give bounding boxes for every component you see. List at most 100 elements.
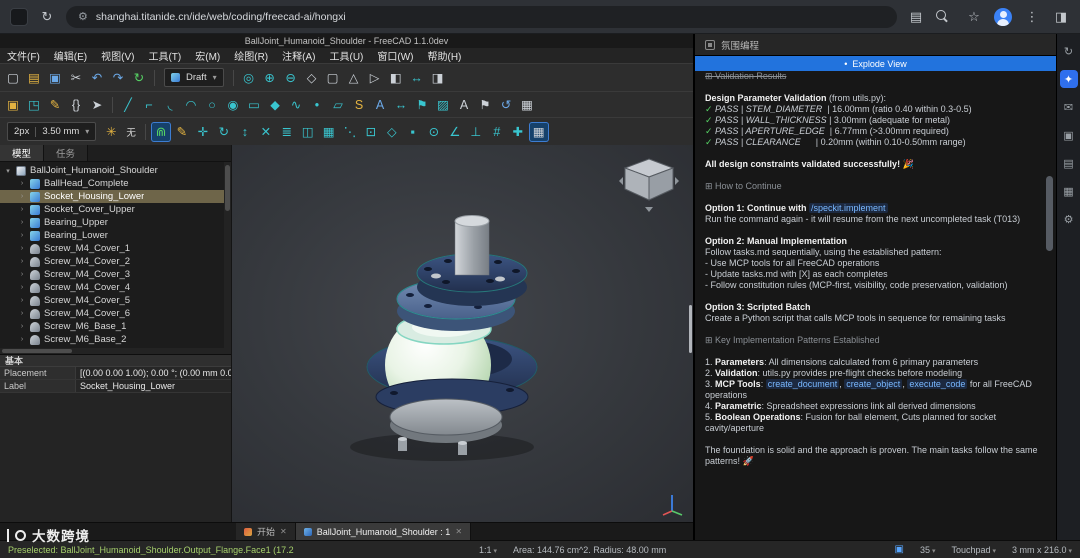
address-bar[interactable]: ⚙ shanghai.titanide.cn/ide/web/coding/fr…	[66, 6, 897, 28]
grid-icon[interactable]: ▦	[517, 95, 537, 115]
tree-item[interactable]: › Socket_Cover_Upper	[0, 203, 231, 216]
menu-item[interactable]: 宏(M)	[188, 48, 227, 63]
measure-icon[interactable]: ↔	[407, 68, 427, 88]
sidebar-toggle-icon[interactable]: ◨	[1052, 8, 1070, 26]
tree-expander-icon[interactable]: ›	[18, 245, 26, 252]
line-style-combo[interactable]: 2px 3.50 mm	[7, 122, 96, 141]
tree-item[interactable]: › Screw_M6_Base_2	[0, 333, 231, 346]
panel-tab[interactable]: 模型	[0, 145, 44, 161]
bspline-icon[interactable]: ∿	[286, 95, 306, 115]
menu-item[interactable]: 绘图(R)	[227, 48, 275, 63]
tree-vertical-scrollbar[interactable]	[224, 162, 231, 348]
snap-midpoint-icon[interactable]: ⊙	[424, 122, 444, 142]
tree-expander-icon[interactable]: ›	[18, 271, 26, 278]
workbench-selector[interactable]: Draft	[164, 68, 224, 87]
tree-item[interactable]: › Screw_M4_Cover_5	[0, 294, 231, 307]
path-array-icon[interactable]: ⋱	[340, 122, 360, 142]
explode-view-banner[interactable]: • Explode View	[695, 56, 1056, 71]
move-icon[interactable]: ✛	[193, 122, 213, 142]
arc-icon[interactable]: ◠	[181, 95, 201, 115]
view-isometric-icon[interactable]: ◇	[302, 68, 322, 88]
trim-icon[interactable]: ✕	[256, 122, 276, 142]
property-value[interactable]: Socket_Housing_Lower	[76, 380, 231, 392]
tree-expander-icon[interactable]: ›	[18, 180, 26, 187]
refresh-icon[interactable]: ↻	[129, 68, 149, 88]
undo-icon[interactable]: ↶	[87, 68, 107, 88]
edit-mode-icon[interactable]: ✎	[45, 95, 65, 115]
zoom-out-icon[interactable]: ⊖	[281, 68, 301, 88]
tree-expander-icon[interactable]: ›	[18, 310, 26, 317]
close-icon[interactable]: ✕	[455, 527, 462, 536]
reload-icon[interactable]: ↻	[38, 8, 56, 26]
menu-item[interactable]: 帮助(H)	[420, 48, 468, 63]
open-file-icon[interactable]: ▤	[24, 68, 44, 88]
label-icon[interactable]: ⚑	[412, 95, 432, 115]
snap-endpoint-icon[interactable]: ▪	[403, 122, 423, 142]
tree-item[interactable]: ▾ BallJoint_Humanoid_Shoulder	[0, 164, 231, 177]
menu-item[interactable]: 工具(U)	[322, 48, 370, 63]
property-group-header[interactable]: 基本	[0, 354, 231, 367]
clone-icon[interactable]: ⊡	[361, 122, 381, 142]
select-tool-icon[interactable]: ➤	[87, 95, 107, 115]
chat-icon[interactable]: ✉	[1060, 98, 1078, 116]
status-control[interactable]: 3 mm x 216.0	[1012, 545, 1072, 555]
fillet-icon[interactable]: ◟	[160, 95, 180, 115]
array-icon[interactable]: ▦	[319, 122, 339, 142]
tree-item[interactable]: › BallHead_Complete	[0, 177, 231, 190]
draw-style-icon[interactable]: ◧	[386, 68, 406, 88]
fit-all-icon[interactable]: ◎	[239, 68, 259, 88]
cut-icon[interactable]: ✂	[66, 68, 86, 88]
avatar[interactable]	[994, 8, 1012, 26]
snap-lock-icon[interactable]: ◇	[382, 122, 402, 142]
search-icon[interactable]	[936, 10, 954, 23]
clip-plane-icon[interactable]: ◨	[428, 68, 448, 88]
menu-item[interactable]: 注释(A)	[275, 48, 322, 63]
autogroup-icon[interactable]: ✳	[101, 122, 121, 142]
snap-grid-icon[interactable]: #	[487, 122, 507, 142]
edit-icon[interactable]: ✎	[172, 122, 192, 142]
bookmark-panel-icon[interactable]: ▤	[907, 8, 925, 26]
code-braces-icon[interactable]: {}	[66, 95, 86, 115]
tree-item[interactable]: › Screw_M6_Base_1	[0, 320, 231, 333]
snap-angle-icon[interactable]: ∠	[445, 122, 465, 142]
menu-item[interactable]: 编辑(E)	[47, 48, 94, 63]
star-icon[interactable]: ☆	[965, 8, 983, 26]
tree-expander-icon[interactable]: ›	[18, 232, 26, 239]
tree-expander-icon[interactable]: ›	[18, 284, 26, 291]
annotation-icon[interactable]: A	[454, 95, 474, 115]
tree-expander-icon[interactable]: ›	[18, 193, 26, 200]
polyline-icon[interactable]: ⌐	[139, 95, 159, 115]
flag-icon[interactable]: ⚑	[475, 95, 495, 115]
nav-style-icon[interactable]: ▣	[895, 544, 904, 555]
3d-viewport[interactable]	[232, 145, 693, 522]
workplane-icon[interactable]: ◳	[24, 95, 44, 115]
tree-expander-icon[interactable]: ›	[18, 206, 26, 213]
facebinder-icon[interactable]: ▱	[328, 95, 348, 115]
line-icon[interactable]: ╱	[118, 95, 138, 115]
more-menu-icon[interactable]: ⋮	[1023, 8, 1041, 26]
lock-icon[interactable]: ⋒	[151, 122, 171, 142]
ai-assistant-icon[interactable]: ✦	[1060, 70, 1078, 88]
tree-expander-icon[interactable]: ›	[18, 219, 26, 226]
draft-tray-icon[interactable]: ▣	[3, 95, 23, 115]
menu-item[interactable]: 文件(F)	[0, 48, 47, 63]
tree-item[interactable]: › Bearing_Lower	[0, 229, 231, 242]
shapestring-icon[interactable]: S	[349, 95, 369, 115]
view-top-icon[interactable]: △	[344, 68, 364, 88]
tree-expander-icon[interactable]: ›	[18, 258, 26, 265]
tree-item[interactable]: › Screw_M4_Cover_2	[0, 255, 231, 268]
tree-item[interactable]: › Screw_M4_Cover_4	[0, 281, 231, 294]
point-icon[interactable]: •	[307, 95, 327, 115]
rotate-icon[interactable]: ↻	[214, 122, 234, 142]
menu-item[interactable]: 窗口(W)	[370, 48, 420, 63]
tree-expander-icon[interactable]: ›	[18, 323, 26, 330]
scale-icon[interactable]: ↕	[235, 122, 255, 142]
tree-expander-icon[interactable]: ›	[18, 336, 26, 343]
tree-item[interactable]: › Socket_Housing_Lower	[0, 190, 231, 203]
snap-perpendicular-icon[interactable]: ⊥	[466, 122, 486, 142]
circle-icon[interactable]: ○	[202, 95, 222, 115]
viewport-scrollbar[interactable]	[689, 305, 692, 353]
tree-item[interactable]: › Screw_M4_Cover_3	[0, 268, 231, 281]
redo-icon[interactable]: ↷	[108, 68, 128, 88]
tree-horizontal-scrollbar[interactable]	[0, 348, 231, 354]
